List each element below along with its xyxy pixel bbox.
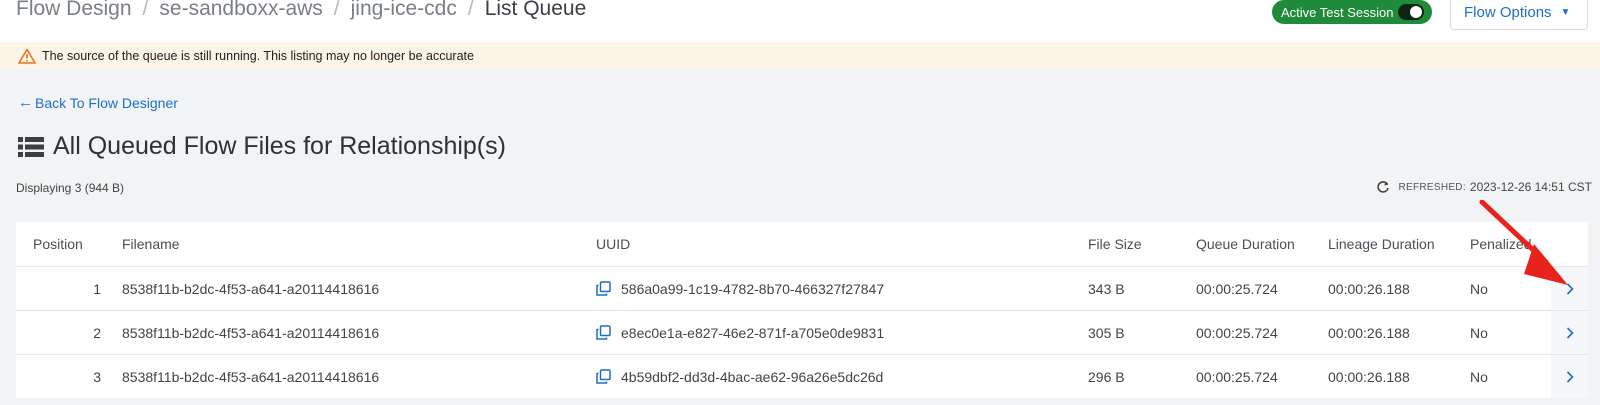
chevron-right-icon[interactable] <box>1551 311 1588 354</box>
breadcrumb-separator: / <box>333 0 340 20</box>
cell-file-size: 305 B <box>1088 324 1125 341</box>
cell-file-size: 343 B <box>1088 280 1125 297</box>
column-header-queue-duration[interactable]: Queue Duration <box>1196 236 1295 252</box>
breadcrumb-separator: / <box>467 0 474 20</box>
refreshed-label: REFRESHED: <box>1398 181 1466 193</box>
refresh-icon[interactable] <box>1376 180 1390 194</box>
cell-filename: 8538f11b-b2dc-4f53-a641-a20114418616 <box>122 368 380 385</box>
session-toggle-label: Active Test Session <box>1281 4 1394 20</box>
cell-lineage-duration: 00:00:26.188 <box>1328 324 1410 341</box>
flow-options-button[interactable]: Flow Options ▼ <box>1450 0 1588 30</box>
cell-queue-duration: 00:00:25.724 <box>1196 324 1278 341</box>
back-to-flow-designer-link[interactable]: ← Back To Flow Designer <box>18 94 178 111</box>
breadcrumb: Flow Design / se-sandboxx-aws / jing-ice… <box>16 0 586 21</box>
cell-filename: 8538f11b-b2dc-4f53-a641-a20114418616 <box>122 324 380 341</box>
cell-lineage-duration: 00:00:26.188 <box>1328 368 1410 385</box>
cell-penalized: No <box>1470 324 1488 341</box>
list-icon <box>18 136 44 157</box>
toggle-switch[interactable] <box>1398 4 1424 20</box>
table-row[interactable]: 1 8538f11b-b2dc-4f53-a641-a20114418616 5… <box>16 266 1588 310</box>
column-header-filename[interactable]: Filename <box>122 236 180 252</box>
warning-text: The source of the queue is still running… <box>42 48 474 63</box>
copy-icon[interactable] <box>596 369 611 384</box>
cell-lineage-duration: 00:00:26.188 <box>1328 280 1410 297</box>
breadcrumb-item-flow-design[interactable]: Flow Design <box>16 0 132 21</box>
uuid-text: 586a0a99-1c19-4782-8b70-466327f27847 <box>621 280 885 297</box>
chevron-right-icon[interactable] <box>1551 355 1588 398</box>
cell-uuid: 586a0a99-1c19-4782-8b70-466327f27847 <box>596 281 884 297</box>
top-bar: Flow Design / se-sandboxx-aws / jing-ice… <box>0 0 1600 42</box>
column-header-uuid[interactable]: UUID <box>596 236 630 252</box>
table-row[interactable]: 3 8538f11b-b2dc-4f53-a641-a20114418616 4… <box>16 354 1588 398</box>
active-test-session-toggle[interactable]: Active Test Session <box>1272 0 1432 24</box>
warning-banner: The source of the queue is still running… <box>0 42 1600 69</box>
cell-penalized: No <box>1470 368 1488 385</box>
copy-icon[interactable] <box>596 281 611 296</box>
back-link-label: Back To Flow Designer <box>35 94 178 111</box>
caret-down-icon: ▼ <box>1560 6 1571 18</box>
breadcrumb-item-flow[interactable]: jing-ice-cdc <box>351 0 457 21</box>
uuid-text: e8ec0e1a-e827-46e2-871f-a705e0de9831 <box>621 324 885 341</box>
table-header: Position Filename UUID File Size Queue D… <box>16 222 1588 266</box>
flow-options-label: Flow Options <box>1464 3 1552 21</box>
column-header-lineage-duration[interactable]: Lineage Duration <box>1328 236 1435 252</box>
breadcrumb-separator: / <box>142 0 149 20</box>
cell-uuid: 4b59dbf2-dd3d-4bac-ae62-96a26e5dc26d <box>596 369 883 385</box>
breadcrumb-item-environment[interactable]: se-sandboxx-aws <box>159 0 322 21</box>
page-title: All Queued Flow Files for Relationship(s… <box>18 132 506 161</box>
queue-table: Position Filename UUID File Size Queue D… <box>16 222 1588 398</box>
cell-queue-duration: 00:00:25.724 <box>1196 368 1278 385</box>
warning-triangle-icon <box>18 48 36 64</box>
table-row[interactable]: 2 8538f11b-b2dc-4f53-a641-a20114418616 e… <box>16 310 1588 354</box>
refreshed-indicator: REFRESHED: 2023-12-26 14:51 CST <box>1376 180 1592 194</box>
copy-icon[interactable] <box>596 325 611 340</box>
cell-uuid: e8ec0e1a-e827-46e2-871f-a705e0de9831 <box>596 325 884 341</box>
cell-file-size: 296 B <box>1088 368 1125 385</box>
annotation-arrow-icon <box>1479 200 1568 285</box>
cell-position: 3 <box>93 368 101 385</box>
cell-queue-duration: 00:00:25.724 <box>1196 280 1278 297</box>
cell-position: 2 <box>93 324 101 341</box>
cell-position: 1 <box>93 280 101 297</box>
cell-filename: 8538f11b-b2dc-4f53-a641-a20114418616 <box>122 280 380 297</box>
column-header-position[interactable]: Position <box>33 236 101 252</box>
refreshed-value: 2023-12-26 14:51 CST <box>1469 180 1592 194</box>
uuid-text: 4b59dbf2-dd3d-4bac-ae62-96a26e5dc26d <box>621 368 884 385</box>
toggle-knob <box>1410 6 1422 18</box>
breadcrumb-current: List Queue <box>484 0 587 20</box>
arrow-left-icon: ← <box>18 94 33 111</box>
displaying-count: Displaying 3 (944 B) <box>16 181 125 195</box>
page-title-text: All Queued Flow Files for Relationship(s… <box>53 132 506 160</box>
column-header-file-size[interactable]: File Size <box>1088 236 1142 252</box>
